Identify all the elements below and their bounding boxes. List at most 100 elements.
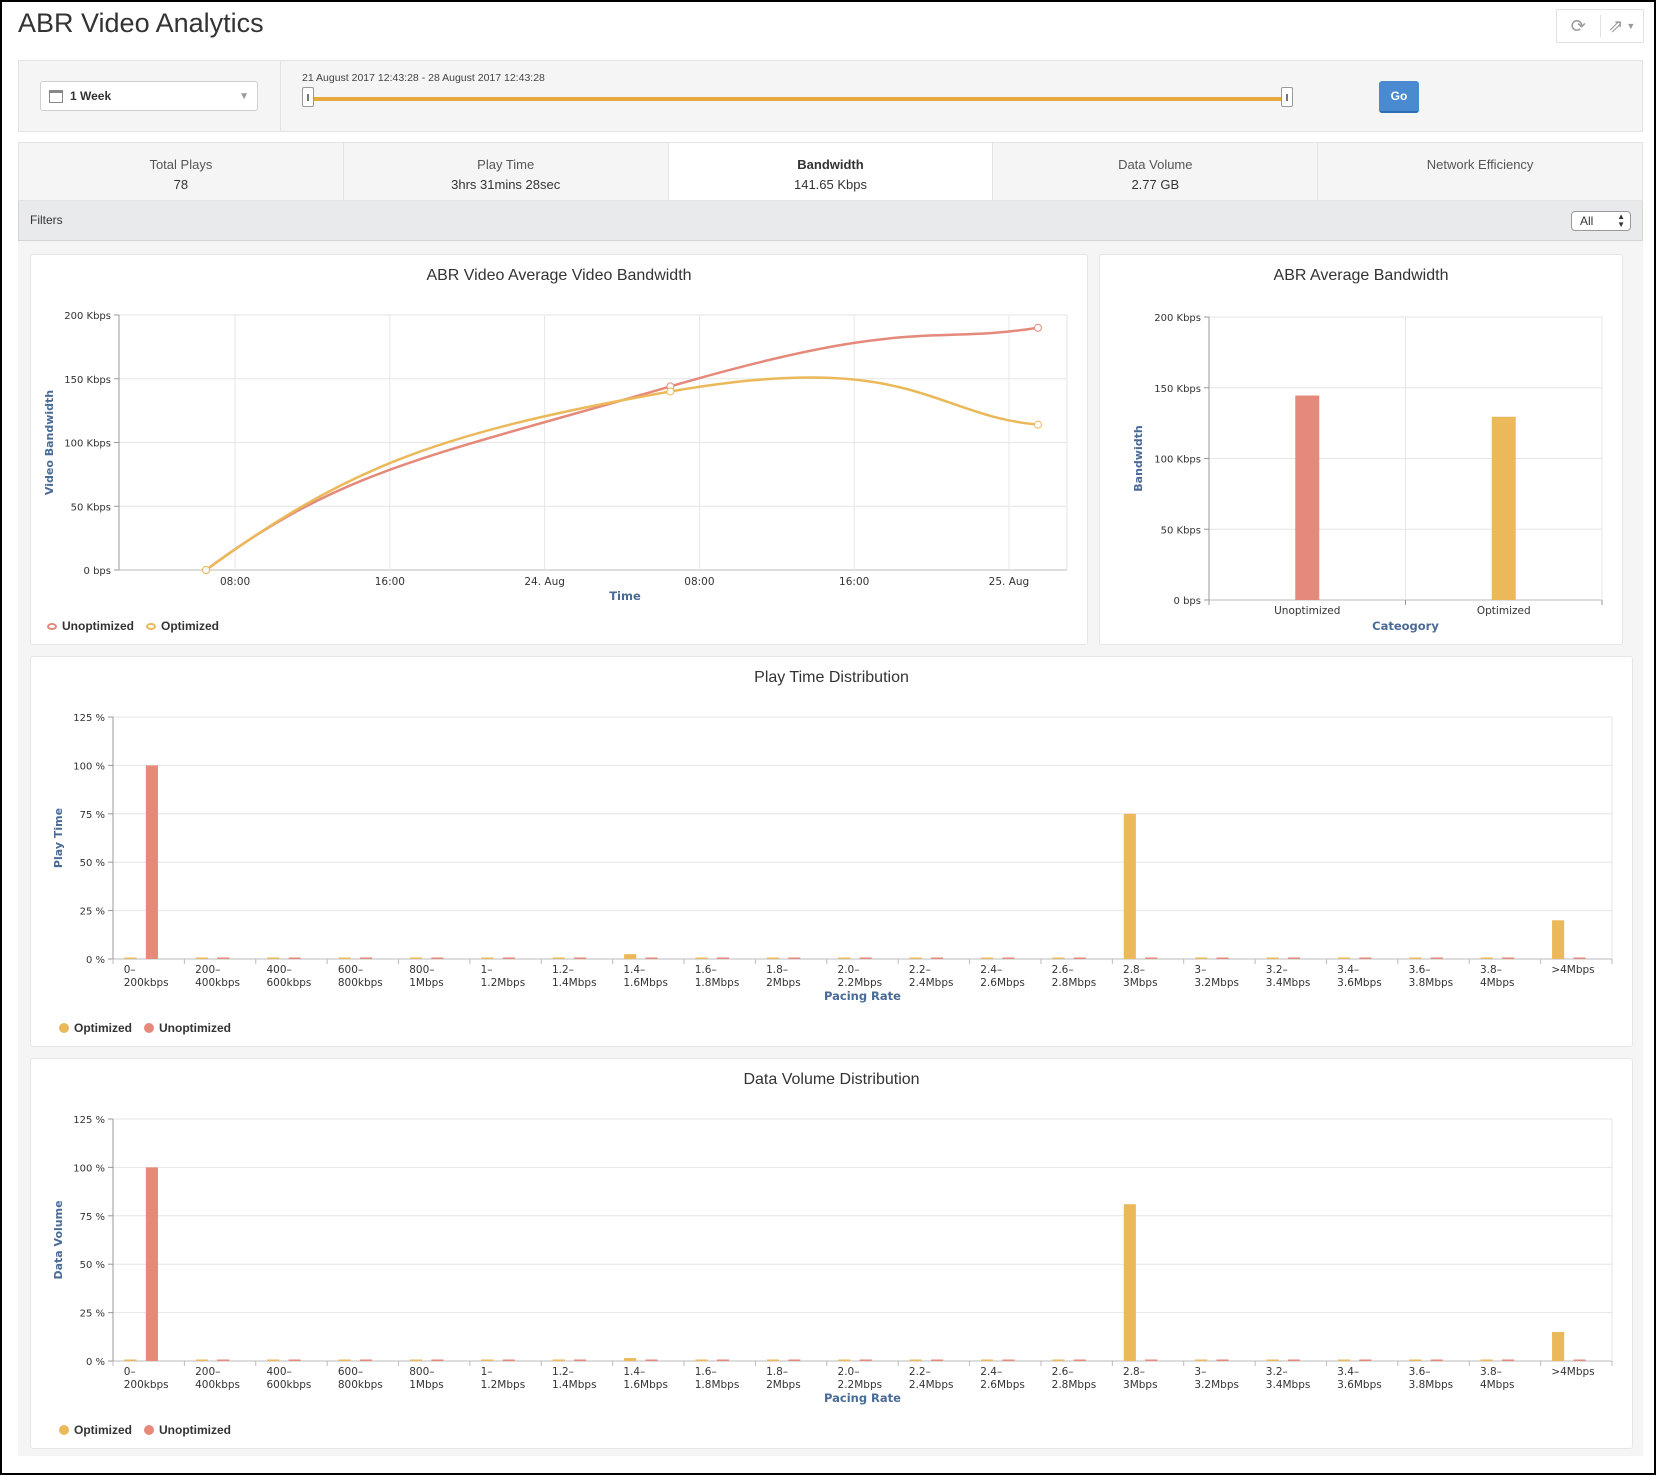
- x-tick-label: 600–: [338, 1366, 363, 1378]
- x-tick-label: 3.8–: [1480, 1366, 1502, 1378]
- tab-bandwidth[interactable]: Bandwidth 141.65 Kbps: [668, 143, 994, 200]
- legend-item-optimized[interactable]: Optimized: [59, 1021, 132, 1035]
- legend-item-optimized[interactable]: Optimized: [59, 1423, 132, 1437]
- tab-total-plays[interactable]: Total Plays 78: [19, 143, 344, 200]
- legend-marker: [59, 1425, 69, 1435]
- y-tick-label: 0 %: [86, 955, 105, 966]
- x-tick-label: 1.2Mbps: [481, 1379, 526, 1391]
- bar-optimized: [909, 957, 922, 959]
- metric-label: Network Efficiency: [1426, 157, 1534, 172]
- x-tick-label: 2Mbps: [766, 1379, 801, 1391]
- legend-item-unoptimized[interactable]: Unoptimized: [144, 1021, 231, 1035]
- y-tick-label: 100 Kbps: [64, 439, 111, 450]
- y-tick-label: 50 Kbps: [71, 502, 111, 513]
- bar-optimized: [1552, 1331, 1565, 1361]
- legend-label: Unoptimized: [159, 1021, 232, 1035]
- export-icon[interactable]: ⇗ ▼: [1601, 10, 1644, 42]
- bar-unoptimized: [1430, 1359, 1443, 1361]
- refresh-icon[interactable]: ⟳: [1557, 10, 1600, 42]
- header-actions: ⟳ ⇗ ▼: [1556, 9, 1644, 43]
- tab-data-volume[interactable]: Data Volume 2.77 GB: [993, 143, 1319, 200]
- legend-marker: [146, 622, 156, 630]
- x-tick-label: 600kbps: [266, 1379, 311, 1391]
- bar-chart: 0 % 25 % 50 % 75 % 100 % 125 % Play Time 0–200k…: [52, 713, 1613, 1003]
- bar-unoptimized: [1145, 957, 1158, 959]
- x-tick-label: 1.8–: [766, 1366, 788, 1378]
- metric-value: 3hrs 31mins 28sec: [451, 177, 561, 192]
- bar-unoptimized: [716, 957, 730, 959]
- bar-optimized: [409, 957, 423, 959]
- bar-unoptimized: [1502, 957, 1515, 959]
- x-tick-label: Unoptimized: [1274, 605, 1340, 617]
- x-tick-label: 2.2Mbps: [838, 977, 883, 989]
- x-tick-label: 3.2Mbps: [1194, 1379, 1239, 1391]
- filter-select[interactable]: All ▲ ▼: [1571, 211, 1631, 231]
- bar-optimized: [338, 1359, 351, 1361]
- bar-unoptimized: [716, 1359, 730, 1361]
- legend-label: Optimized: [161, 619, 220, 633]
- y-tick-label: 125 %: [73, 1115, 105, 1126]
- bar-optimized: [1337, 1359, 1351, 1361]
- metric-label: Total Plays: [149, 157, 213, 172]
- bar-optimized: [267, 957, 280, 959]
- chevron-down-icon: ▼: [1626, 21, 1636, 31]
- x-tick-label: 1–: [481, 1366, 493, 1378]
- x-tick-label: 2.8Mbps: [1052, 977, 1097, 989]
- bar-unoptimized: [1573, 957, 1586, 959]
- x-tick-label: 4Mbps: [1480, 1379, 1515, 1391]
- y-tick-label: 150 Kbps: [64, 375, 111, 386]
- tab-play-time[interactable]: Play Time 3hrs 31mins 28sec: [344, 143, 669, 200]
- period-select[interactable]: 1 Week ▼: [40, 81, 258, 111]
- bar-optimized: [838, 1359, 851, 1361]
- bar-optimized: [766, 957, 779, 959]
- bar-chart: 0 bps 50 Kbps 100 Kbps 150 Kbps 200 Kbps Band…: [1132, 313, 1603, 633]
- go-button[interactable]: Go: [1379, 81, 1419, 113]
- slider-end-handle[interactable]: [1281, 87, 1293, 107]
- calendar-icon: [49, 89, 63, 103]
- bar-unoptimized: [217, 1359, 230, 1361]
- x-tick-label: 2.4Mbps: [909, 1379, 954, 1391]
- x-tick-label: 1.4Mbps: [552, 1379, 597, 1391]
- y-tick-label: 75 %: [80, 810, 105, 821]
- x-tick-label: 800kbps: [338, 977, 383, 989]
- bar-unoptimized: [288, 957, 301, 959]
- bar-unoptimized: [859, 957, 872, 959]
- bar-optimized: [1195, 957, 1208, 959]
- bar-unoptimized: [645, 1359, 658, 1361]
- metric-label: Play Time: [477, 157, 535, 172]
- y-tick-label: 0 bps: [84, 566, 111, 577]
- x-tick-label: 200–: [195, 1366, 220, 1378]
- bar-unoptimized: [1573, 1359, 1586, 1361]
- x-tick-label: 1–: [481, 964, 493, 976]
- x-tick-label: 2.6–: [1052, 964, 1074, 976]
- slider-start-handle[interactable]: [302, 87, 314, 107]
- y-tick-label: 25 %: [80, 907, 105, 918]
- series-line-optimized: [205, 376, 1039, 572]
- bar-optimized: [1123, 813, 1136, 959]
- bar-unoptimized: [431, 1359, 444, 1361]
- y-tick-label: 0 bps: [1174, 596, 1201, 607]
- bar-unoptimized: [1073, 1359, 1086, 1361]
- x-tick-label: 2.4–: [980, 1366, 1002, 1378]
- bar-optimized: [124, 957, 137, 959]
- time-range-slider[interactable]: [307, 97, 1287, 101]
- x-tick-label: 2.8–: [1123, 1366, 1145, 1378]
- legend-item-unoptimized[interactable]: Unoptimized: [144, 1423, 231, 1437]
- filter-value: All: [1580, 214, 1594, 228]
- bar-optimized: [481, 957, 494, 959]
- data-point: [202, 566, 211, 574]
- bar-unoptimized: [1287, 957, 1301, 959]
- x-tick-label: 2.4–: [980, 964, 1002, 976]
- time-range-bar: 1 Week ▼ 21 August 2017 12:43:28 - 28 Au…: [18, 60, 1643, 132]
- x-tick-label: 2.8Mbps: [1052, 1379, 1097, 1391]
- legend-item-optimized[interactable]: Optimized: [146, 619, 219, 633]
- x-tick-label: 3.2–: [1266, 964, 1288, 976]
- legend-item-unoptimized[interactable]: Unoptimized: [47, 619, 134, 633]
- x-tick-label: 1.8Mbps: [695, 977, 740, 989]
- tab-network-efficiency[interactable]: Network Efficiency: [1318, 143, 1642, 200]
- x-tick-label: 3.8–: [1480, 964, 1502, 976]
- bar-unoptimized: [288, 1359, 301, 1361]
- bar-unoptimized: [145, 765, 158, 959]
- bar-optimized: [766, 1359, 779, 1361]
- page-title: ABR Video Analytics: [18, 8, 264, 38]
